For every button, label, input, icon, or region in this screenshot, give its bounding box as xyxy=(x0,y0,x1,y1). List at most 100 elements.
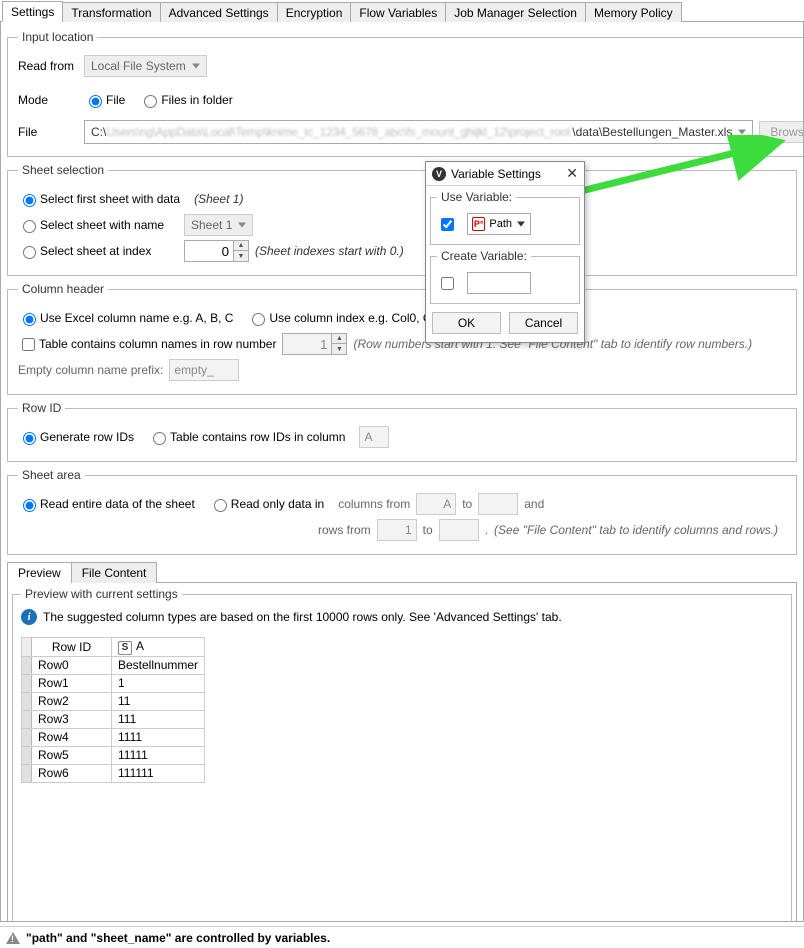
cell-a: 11111 xyxy=(112,746,205,764)
tab-advanced-settings[interactable]: Advanced Settings xyxy=(160,2,278,22)
mode-folder-radio[interactable]: Files in folder xyxy=(139,92,232,108)
mode-file-radio[interactable]: File xyxy=(84,92,125,108)
tab-preview[interactable]: Preview xyxy=(7,562,72,583)
sheet-index-input[interactable] xyxy=(185,241,233,261)
row-id-legend: Row ID xyxy=(18,401,65,415)
ok-button[interactable]: OK xyxy=(432,312,501,334)
chevron-up-icon[interactable]: ▲ xyxy=(234,241,248,251)
column-header-group: Column header Use Excel column name e.g.… xyxy=(7,282,797,395)
tab-file-content[interactable]: File Content xyxy=(71,562,158,583)
table-row[interactable]: Row511111 xyxy=(22,746,205,764)
file-path-input[interactable]: C:\Users\ng\AppData\Local\Temp\knime_tc_… xyxy=(84,120,753,144)
sheet-index-hint: (Sheet indexes start with 0.) xyxy=(255,244,404,258)
row-number-input[interactable] xyxy=(283,334,331,354)
table-row[interactable]: Row211 xyxy=(22,692,205,710)
file-label: File xyxy=(18,125,78,139)
row-handle xyxy=(22,710,32,728)
cell-a: 1 xyxy=(112,674,205,692)
settings-panel: Input location Read from Local File Syst… xyxy=(0,22,804,922)
excel-col-name-radio[interactable]: Use Excel column name e.g. A, B, C xyxy=(18,310,233,326)
rows-to-input[interactable] xyxy=(439,519,479,541)
row-handle xyxy=(22,692,32,710)
select-sheet-index-radio[interactable]: Select sheet at index xyxy=(18,243,170,259)
variable-icon: V xyxy=(432,167,446,181)
cell-rowid: Row5 xyxy=(32,746,112,764)
tab-settings[interactable]: Settings xyxy=(2,1,63,22)
sheet-index-spinner[interactable]: ▲▼ xyxy=(184,240,249,262)
and-label: and xyxy=(524,497,544,511)
row-id-column-input[interactable] xyxy=(359,426,389,448)
table-row[interactable]: Row6111111 xyxy=(22,764,205,782)
row-ids-in-column-radio[interactable]: Table contains row IDs in column xyxy=(148,429,345,445)
variable-select[interactable]: P° Path xyxy=(467,213,531,235)
cancel-button[interactable]: Cancel xyxy=(509,312,578,334)
sheet-selection-group: Sheet selection Select first sheet with … xyxy=(7,163,797,276)
row-handle xyxy=(22,764,32,782)
variable-settings-dialog: V Variable Settings ✕ Use Variable: P° P… xyxy=(425,161,585,343)
string-type-icon: S xyxy=(118,641,132,655)
dialog-titlebar: V Variable Settings ✕ xyxy=(426,162,584,186)
sheet-name-select[interactable]: Sheet 1 xyxy=(184,214,253,236)
read-only-data-radio[interactable]: Read only data in xyxy=(209,496,324,512)
first-sheet-hint: (Sheet 1) xyxy=(194,192,243,206)
table-row[interactable]: Row3111 xyxy=(22,710,205,728)
chevron-down-icon[interactable]: ▼ xyxy=(332,344,346,354)
empty-prefix-input[interactable] xyxy=(169,359,239,381)
create-variable-input[interactable] xyxy=(467,272,531,294)
tab-memory-policy[interactable]: Memory Policy xyxy=(585,2,682,22)
cell-rowid: Row3 xyxy=(32,710,112,728)
browse-button[interactable]: Browse... xyxy=(759,121,804,143)
select-sheet-name-radio[interactable]: Select sheet with name xyxy=(18,217,170,233)
columns-from-input[interactable] xyxy=(416,493,456,515)
mode-label: Mode xyxy=(18,93,78,107)
columns-to-input[interactable] xyxy=(478,493,518,515)
use-variable-checkbox[interactable] xyxy=(441,218,454,231)
create-variable-group: Create Variable: xyxy=(430,249,580,304)
read-from-label: Read from xyxy=(18,59,78,73)
create-variable-checkbox[interactable] xyxy=(441,277,454,290)
cell-a: 11 xyxy=(112,692,205,710)
preview-tab-bar: Preview File Content xyxy=(7,561,797,582)
rows-dot: . xyxy=(485,523,488,537)
rows-from-label: rows from xyxy=(318,523,371,537)
close-icon[interactable]: ✕ xyxy=(566,165,578,182)
generate-row-ids-radio[interactable]: Generate row IDs xyxy=(18,429,134,445)
col-header-a[interactable]: SA xyxy=(112,638,205,657)
preview-fieldset: Preview with current settings i The sugg… xyxy=(12,587,792,922)
table-row[interactable]: Row11 xyxy=(22,674,205,692)
read-entire-sheet-radio[interactable]: Read entire data of the sheet xyxy=(18,496,195,512)
table-row[interactable]: Row41111 xyxy=(22,728,205,746)
cell-rowid: Row6 xyxy=(32,764,112,782)
read-from-select[interactable]: Local File System xyxy=(84,55,207,77)
preview-info-text: The suggested column types are based on … xyxy=(43,610,562,624)
path-type-icon: P° xyxy=(472,217,485,231)
cell-a: 111 xyxy=(112,710,205,728)
empty-prefix-label: Empty column name prefix: xyxy=(18,363,163,377)
status-bar: "path" and "sheet_name" are controlled b… xyxy=(0,926,804,948)
tab-flow-variables[interactable]: Flow Variables xyxy=(350,2,446,22)
rows-from-input[interactable] xyxy=(377,519,417,541)
col-header-rowid[interactable]: Row ID xyxy=(32,638,112,657)
warning-icon xyxy=(6,932,20,944)
table-row[interactable]: Row0Bestellnummer xyxy=(22,656,205,674)
names-in-row-checkbox[interactable]: Table contains column names in row numbe… xyxy=(18,335,276,354)
sheet-area-group: Sheet area Read entire data of the sheet… xyxy=(7,468,797,555)
preview-table: Row ID SA Row0BestellnummerRow11Row211Ro… xyxy=(21,637,205,783)
table-corner xyxy=(22,638,32,657)
columns-from-label: columns from xyxy=(338,497,410,511)
row-id-group: Row ID Generate row IDs Table contains r… xyxy=(7,401,797,462)
sheet-area-legend: Sheet area xyxy=(18,468,85,482)
chevron-down-icon[interactable]: ▼ xyxy=(234,251,248,261)
tab-encryption[interactable]: Encryption xyxy=(277,2,352,22)
row-handle xyxy=(22,656,32,674)
column-header-legend: Column header xyxy=(18,282,108,296)
chevron-up-icon[interactable]: ▲ xyxy=(332,334,346,344)
input-location-group: Input location Read from Local File Syst… xyxy=(7,30,804,157)
tab-job-manager[interactable]: Job Manager Selection xyxy=(445,2,586,22)
cell-a: 1111 xyxy=(112,728,205,746)
row-number-spinner[interactable]: ▲▼ xyxy=(282,333,347,355)
cell-a: Bestellnummer xyxy=(112,656,205,674)
select-first-sheet-radio[interactable]: Select first sheet with data xyxy=(18,191,180,207)
cell-a: 111111 xyxy=(112,764,205,782)
tab-transformation[interactable]: Transformation xyxy=(62,2,160,22)
